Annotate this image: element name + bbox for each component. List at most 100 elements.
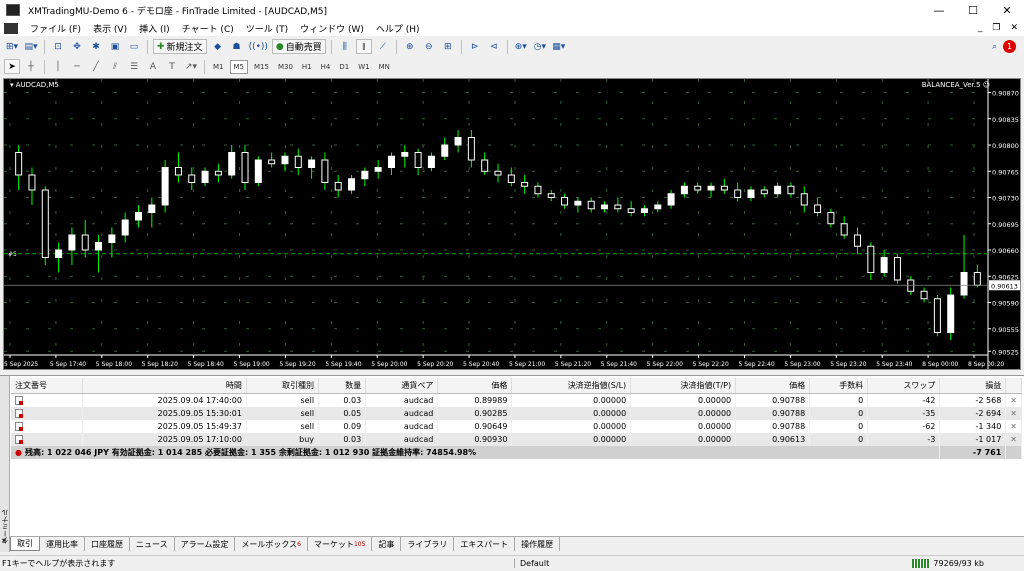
tab-5[interactable]: メールボックス 6	[235, 537, 308, 551]
timeframe-m30[interactable]: M30	[275, 60, 296, 74]
column-header[interactable]: 価格	[437, 378, 513, 394]
timeframe-m1[interactable]: M1	[210, 60, 227, 74]
mdi-close-icon[interactable]: ✕	[1010, 23, 1018, 33]
line-chart-icon[interactable]: ⟋	[375, 39, 391, 54]
orders-table: 注文番号 時間 取引種別 数量 通貨ペア 価格 決済逆指値(S/L) 決済指値(T/P) 価格手…	[11, 378, 1022, 459]
mdi-minimize-icon[interactable]: _	[978, 23, 983, 33]
profiles-icon[interactable]: ▤▾	[23, 39, 39, 54]
minimize-button[interactable]: —	[922, 0, 956, 20]
cursor-icon[interactable]: ➤	[4, 59, 20, 74]
navigator-icon[interactable]: ✱	[88, 39, 104, 54]
zoom-out-icon[interactable]: ⊖	[421, 39, 437, 54]
timeframe-h4[interactable]: H4	[318, 60, 334, 74]
text-label-icon[interactable]: T	[164, 59, 180, 74]
signals-icon[interactable]: ☗	[229, 39, 245, 54]
table-row[interactable]: 2025.09.05 15:49:37 sell 0.09 audcad 0.90649…	[11, 419, 1022, 433]
notification-icon[interactable]: 1	[1003, 40, 1016, 53]
search-icon[interactable]: ⌕	[992, 42, 997, 52]
menu-view[interactable]: 表示 (V)	[87, 22, 133, 35]
tab-4[interactable]: アラーム設定	[175, 537, 236, 551]
column-header[interactable]: 通貨ペア	[365, 378, 439, 394]
auto-trading-button[interactable]: ● 自動売買	[271, 39, 326, 54]
vertical-line-icon[interactable]: │	[50, 59, 66, 74]
fibonacci-icon[interactable]: ☰	[126, 59, 142, 74]
cell-symbol: audcad	[365, 432, 439, 446]
terminal-icon[interactable]: ▣	[107, 39, 123, 54]
table-row[interactable]: 2025.09.04 17:40:00 sell 0.03 audcad 0.89989…	[11, 393, 1022, 407]
templates-icon[interactable]: ▦▾	[551, 39, 567, 54]
text-icon[interactable]: A	[145, 59, 161, 74]
table-row[interactable]: 2025.09.05 15:30:01 sell 0.05 audcad 0.90285…	[11, 406, 1022, 420]
bear-candle	[241, 152, 249, 183]
close-order-icon[interactable]: ✕	[1005, 432, 1022, 446]
column-header[interactable]: 注文番号	[11, 378, 83, 394]
close-order-icon[interactable]: ✕	[1005, 406, 1022, 420]
menu-window[interactable]: ウィンドウ (W)	[294, 22, 370, 35]
maximize-button[interactable]: ☐	[956, 0, 990, 20]
tab-2[interactable]: 口座履歴	[85, 537, 130, 551]
column-header[interactable]: 損益	[939, 378, 1007, 394]
indicators-icon[interactable]: ⊕▾	[513, 39, 529, 54]
timeframe-d1[interactable]: D1	[336, 60, 352, 74]
close-button[interactable]: ✕	[990, 0, 1024, 20]
strategy-tester-icon[interactable]: ▭	[126, 39, 142, 54]
chart-window-icon[interactable]	[4, 22, 18, 34]
signal-wave-icon[interactable]: ((•))	[248, 39, 269, 54]
data-window-icon[interactable]: ✥	[69, 39, 85, 54]
candlestick-chart-icon[interactable]: ⫾	[355, 39, 372, 54]
timeframe-m5[interactable]: M5	[229, 59, 248, 74]
tab-7[interactable]: 記事	[372, 537, 402, 551]
terminal-side-tab[interactable]: ✕ ターミナル	[0, 376, 10, 552]
mdi-restore-icon[interactable]: ❐	[992, 23, 1000, 33]
menu-tools[interactable]: ツール (T)	[240, 22, 294, 35]
column-header[interactable]: 取引種別	[246, 378, 320, 394]
column-header[interactable]: 手数料	[809, 378, 869, 394]
tab-3[interactable]: ニュース	[130, 537, 175, 551]
trendline-icon[interactable]: ╱	[88, 59, 104, 74]
arrows-icon[interactable]: ↗▾	[183, 59, 199, 74]
timeframe-m15[interactable]: M15	[251, 60, 272, 74]
cell-volume: 0.03	[318, 393, 367, 407]
column-header[interactable]: 数量	[318, 378, 367, 394]
terminal-tabs: 取引 運用比率 口座履歴 ニュース アラーム設定 メールボックス 6 マーケット 105 記事 ライ…	[10, 536, 1024, 551]
column-header[interactable]: 決済逆指値(S/L)	[511, 378, 632, 394]
new-chart-icon[interactable]: ⊞▾	[4, 39, 20, 54]
menu-chart[interactable]: チャート (C)	[176, 22, 240, 35]
column-header[interactable]: 価格	[735, 378, 811, 394]
terminal-panel: ✕ ターミナル 注文番号 時間 取引種別 数量 通貨ペア 価格 決済逆指値(S/L) 決済指値…	[0, 375, 1024, 552]
chart-shift-icon[interactable]: ⊲	[486, 39, 502, 54]
new-order-button[interactable]: ✚ 新規注文	[153, 39, 207, 54]
bull-candle	[361, 170, 369, 180]
timeframe-h1[interactable]: H1	[299, 60, 315, 74]
column-header[interactable]: 時間	[82, 378, 247, 394]
metaeditor-icon[interactable]: ◆	[210, 39, 226, 54]
tab-6[interactable]: マーケット 105	[308, 537, 373, 551]
bar-chart-icon[interactable]: ⫼	[337, 39, 353, 54]
tile-windows-icon[interactable]: ⊞	[440, 39, 456, 54]
column-header[interactable]: 決済指値(T/P)	[630, 378, 737, 394]
crosshair-icon[interactable]: ┼	[23, 59, 39, 74]
tab-10[interactable]: 操作履歴	[515, 537, 561, 551]
menu-help[interactable]: ヘルプ (H)	[370, 22, 426, 35]
zoom-in-icon[interactable]: ⊕	[402, 39, 418, 54]
tab-1[interactable]: 運用比率	[40, 537, 85, 551]
column-header[interactable]: スワップ	[867, 378, 941, 394]
tab-9[interactable]: エキスパート	[454, 537, 516, 551]
price-chart[interactable]: ▾ AUDCAD,M5 BALANCEA_Ver.5 ☺ #5 0.90870 0…	[3, 78, 1021, 370]
market-watch-icon[interactable]: ⊡	[50, 39, 66, 54]
equidistant-channel-icon[interactable]: ⫽	[107, 59, 123, 74]
auto-scroll-icon[interactable]: ⊳	[467, 39, 483, 54]
summary-row: ● 残高: 1 022 046 JPY 有効証拠金: 1 014 285 必要証拠…	[11, 445, 1022, 459]
cell-time: 2025.09.05 15:30:01	[82, 406, 247, 420]
periods-icon[interactable]: ◷▾	[532, 39, 548, 54]
close-order-icon[interactable]: ✕	[1005, 419, 1022, 433]
menu-insert[interactable]: 挿入 (I)	[133, 22, 176, 35]
horizontal-line-icon[interactable]: ─	[69, 59, 85, 74]
tab-0[interactable]: 取引	[10, 537, 40, 551]
tab-8[interactable]: ライブラリ	[401, 537, 455, 551]
close-order-icon[interactable]: ✕	[1005, 393, 1022, 407]
timeframe-mn[interactable]: MN	[376, 60, 393, 74]
table-row[interactable]: 2025.09.05 17:10:00 buy 0.03 audcad 0.90930 0…	[11, 432, 1022, 446]
timeframe-w1[interactable]: W1	[355, 60, 372, 74]
menu-file[interactable]: ファイル (F)	[24, 22, 87, 35]
